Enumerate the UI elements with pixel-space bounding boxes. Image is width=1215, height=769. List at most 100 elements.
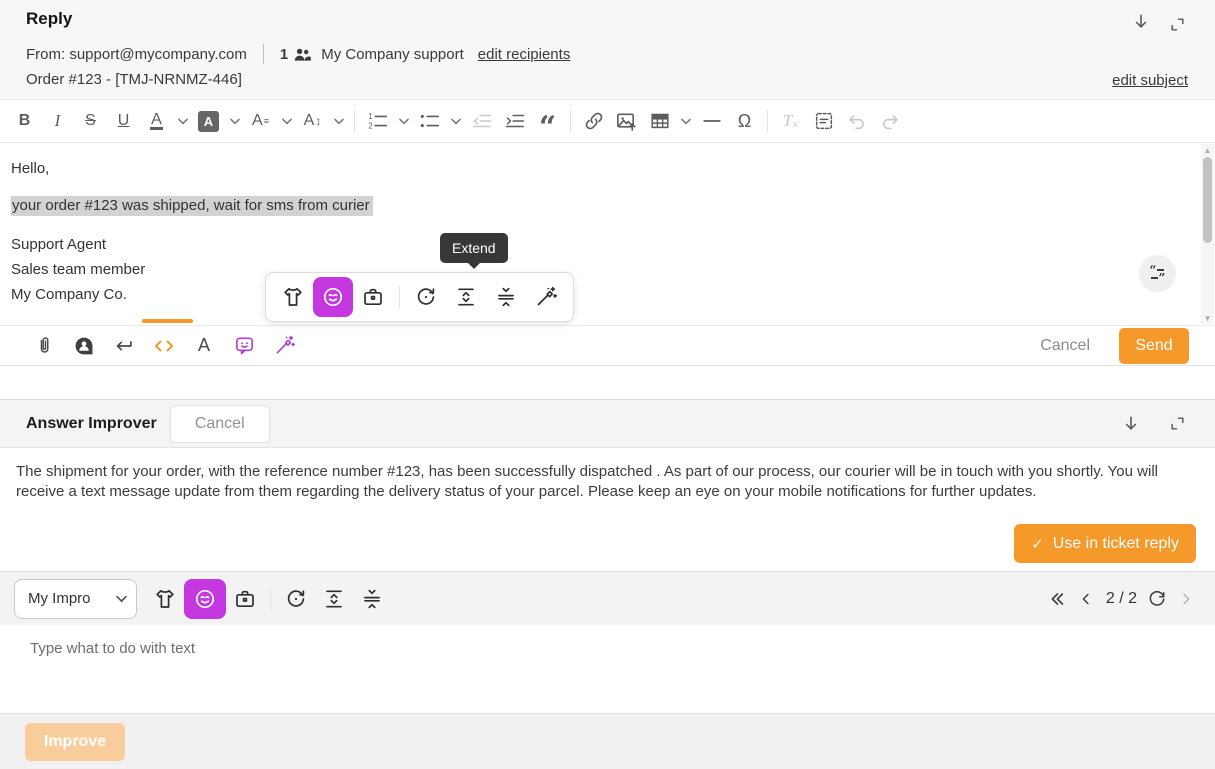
- editor-line-selected: your order #123 was shipped, wait for sm…: [11, 197, 373, 214]
- from-label: From:: [26, 46, 65, 63]
- canned-responses-button[interactable]: [64, 329, 104, 363]
- blockquote-button[interactable]: “: [531, 105, 564, 137]
- recipients-name: My Company support: [321, 46, 464, 63]
- italic-button[interactable]: I: [41, 105, 74, 137]
- shorten-text-button[interactable]: [353, 579, 391, 619]
- refresh-icon: [1147, 589, 1167, 609]
- insert-table-button[interactable]: [643, 105, 676, 137]
- collapse-panel-icon[interactable]: [1129, 10, 1153, 34]
- expand-panel-icon[interactable]: [1165, 12, 1189, 36]
- editor-scrollbar[interactable]: ▲ ▼: [1201, 144, 1214, 324]
- special-character-button[interactable]: Ω: [728, 105, 761, 137]
- font-color-dropdown-icon[interactable]: [173, 105, 192, 137]
- improver-cancel-button[interactable]: Cancel: [170, 405, 270, 443]
- first-result-button[interactable]: [1042, 589, 1072, 609]
- use-in-ticket-reply-button[interactable]: ✓ Use in ticket reply: [1014, 524, 1196, 563]
- insert-table-dropdown-icon[interactable]: [676, 105, 695, 137]
- insert-reply-button[interactable]: [104, 329, 144, 363]
- strikethrough-button[interactable]: S: [74, 105, 107, 137]
- bullet-list-button[interactable]: [413, 105, 446, 137]
- undo-button[interactable]: [840, 105, 873, 137]
- underline-button[interactable]: U: [107, 105, 140, 137]
- reply-cancel-button[interactable]: Cancel: [1040, 337, 1090, 355]
- numbered-list-button[interactable]: 12: [361, 105, 394, 137]
- edit-subject-link[interactable]: edit subject: [1112, 72, 1188, 89]
- link-button[interactable]: [577, 105, 610, 137]
- active-tab-indicator: [142, 319, 193, 323]
- ai-selection-toolbar: [265, 272, 574, 322]
- toolbar-separator: [354, 110, 355, 132]
- horizontal-line-button[interactable]: [695, 105, 728, 137]
- shorten-text-button[interactable]: [486, 277, 526, 317]
- improver-toolbar: My Impro: [0, 571, 1215, 625]
- improve-text-button[interactable]: [277, 579, 315, 619]
- magic-wand-icon: [273, 334, 296, 357]
- improver-expand-icon[interactable]: [1165, 412, 1189, 436]
- font-family-dropdown-icon[interactable]: [277, 105, 296, 137]
- ai-assistant-button[interactable]: [224, 329, 264, 363]
- improve-button[interactable]: Improve: [25, 723, 125, 761]
- tshirt-icon: [153, 587, 177, 611]
- return-arrow-icon: [113, 335, 135, 357]
- bullet-list-dropdown-icon[interactable]: [446, 105, 465, 137]
- check-icon: ✓: [1031, 535, 1044, 553]
- shorten-icon: [360, 587, 384, 611]
- subject-line: Order #123 - [TMJ-NRNMZ-446]: [26, 71, 242, 88]
- extend-text-button[interactable]: [446, 277, 486, 317]
- redo-button[interactable]: [873, 105, 906, 137]
- ai-improve-button[interactable]: [264, 329, 304, 363]
- regenerate-button[interactable]: [1143, 589, 1171, 609]
- edit-recipients-link[interactable]: edit recipients: [478, 46, 571, 63]
- bold-button[interactable]: B: [8, 105, 41, 137]
- outdent-button[interactable]: [465, 105, 498, 137]
- attach-file-button[interactable]: [24, 329, 64, 363]
- formatting-toolbar: B I S U A A A≡ A↕ 12 “: [0, 99, 1215, 143]
- improve-icon: [414, 285, 438, 309]
- scroll-down-icon[interactable]: ▼: [1201, 312, 1214, 324]
- casual-tone-button[interactable]: [146, 579, 184, 619]
- friendly-tone-button[interactable]: [184, 579, 226, 619]
- improver-preset-select[interactable]: My Impro: [14, 579, 137, 619]
- font-family-button[interactable]: A≡: [244, 105, 277, 137]
- reply-footer-toolbar: A Cancel Send: [0, 325, 1215, 366]
- insert-image-button[interactable]: [610, 105, 643, 137]
- professional-tone-button[interactable]: [353, 277, 393, 317]
- extend-icon: [322, 587, 346, 611]
- prompt-input[interactable]: [0, 625, 1215, 713]
- indent-button[interactable]: [498, 105, 531, 137]
- casual-tone-button[interactable]: [273, 277, 313, 317]
- background-color-button[interactable]: A: [192, 105, 225, 137]
- font-color-button[interactable]: A: [140, 105, 173, 137]
- header-divider: [263, 44, 264, 64]
- from-row: From: support@mycompany.com 1 My Company…: [26, 44, 570, 64]
- improver-footer: Improve: [0, 713, 1215, 769]
- previous-result-button[interactable]: [1072, 590, 1100, 608]
- friendly-tone-button[interactable]: [313, 277, 353, 317]
- font-size-dropdown-icon[interactable]: [329, 105, 348, 137]
- double-chevron-left-icon: [1047, 589, 1067, 609]
- professional-tone-button[interactable]: [226, 579, 264, 619]
- font-size-button[interactable]: A↕: [296, 105, 329, 137]
- scrollbar-thumb[interactable]: [1203, 157, 1212, 243]
- scroll-up-icon[interactable]: ▲: [1201, 144, 1214, 156]
- paperclip-icon: [34, 335, 55, 356]
- ai-chat-bubble-icon: [233, 334, 256, 357]
- send-button[interactable]: Send: [1119, 328, 1189, 364]
- clear-formatting-button[interactable]: T×: [774, 105, 807, 137]
- background-color-dropdown-icon[interactable]: [225, 105, 244, 137]
- reply-editor-body[interactable]: Hello, your order #123 was shipped, wait…: [0, 143, 1215, 325]
- text-format-button[interactable]: A: [184, 329, 224, 363]
- fix-text-button[interactable]: [526, 277, 566, 317]
- reply-header: Reply From: support@mycompany.com 1 My C…: [0, 0, 1215, 99]
- numbered-list-dropdown-icon[interactable]: [394, 105, 413, 137]
- source-code-button[interactable]: [144, 329, 184, 363]
- extend-text-button[interactable]: [315, 579, 353, 619]
- editor-line-signature: Support Agent: [11, 236, 106, 253]
- select-all-button[interactable]: [807, 105, 840, 137]
- svg-text:1: 1: [368, 112, 372, 121]
- improve-text-button[interactable]: [406, 277, 446, 317]
- recipients-icon: [294, 47, 311, 62]
- next-result-button[interactable]: [1171, 590, 1201, 608]
- quote-original-button[interactable]: “ ”: [1139, 255, 1176, 292]
- improver-collapse-icon[interactable]: [1119, 412, 1143, 436]
